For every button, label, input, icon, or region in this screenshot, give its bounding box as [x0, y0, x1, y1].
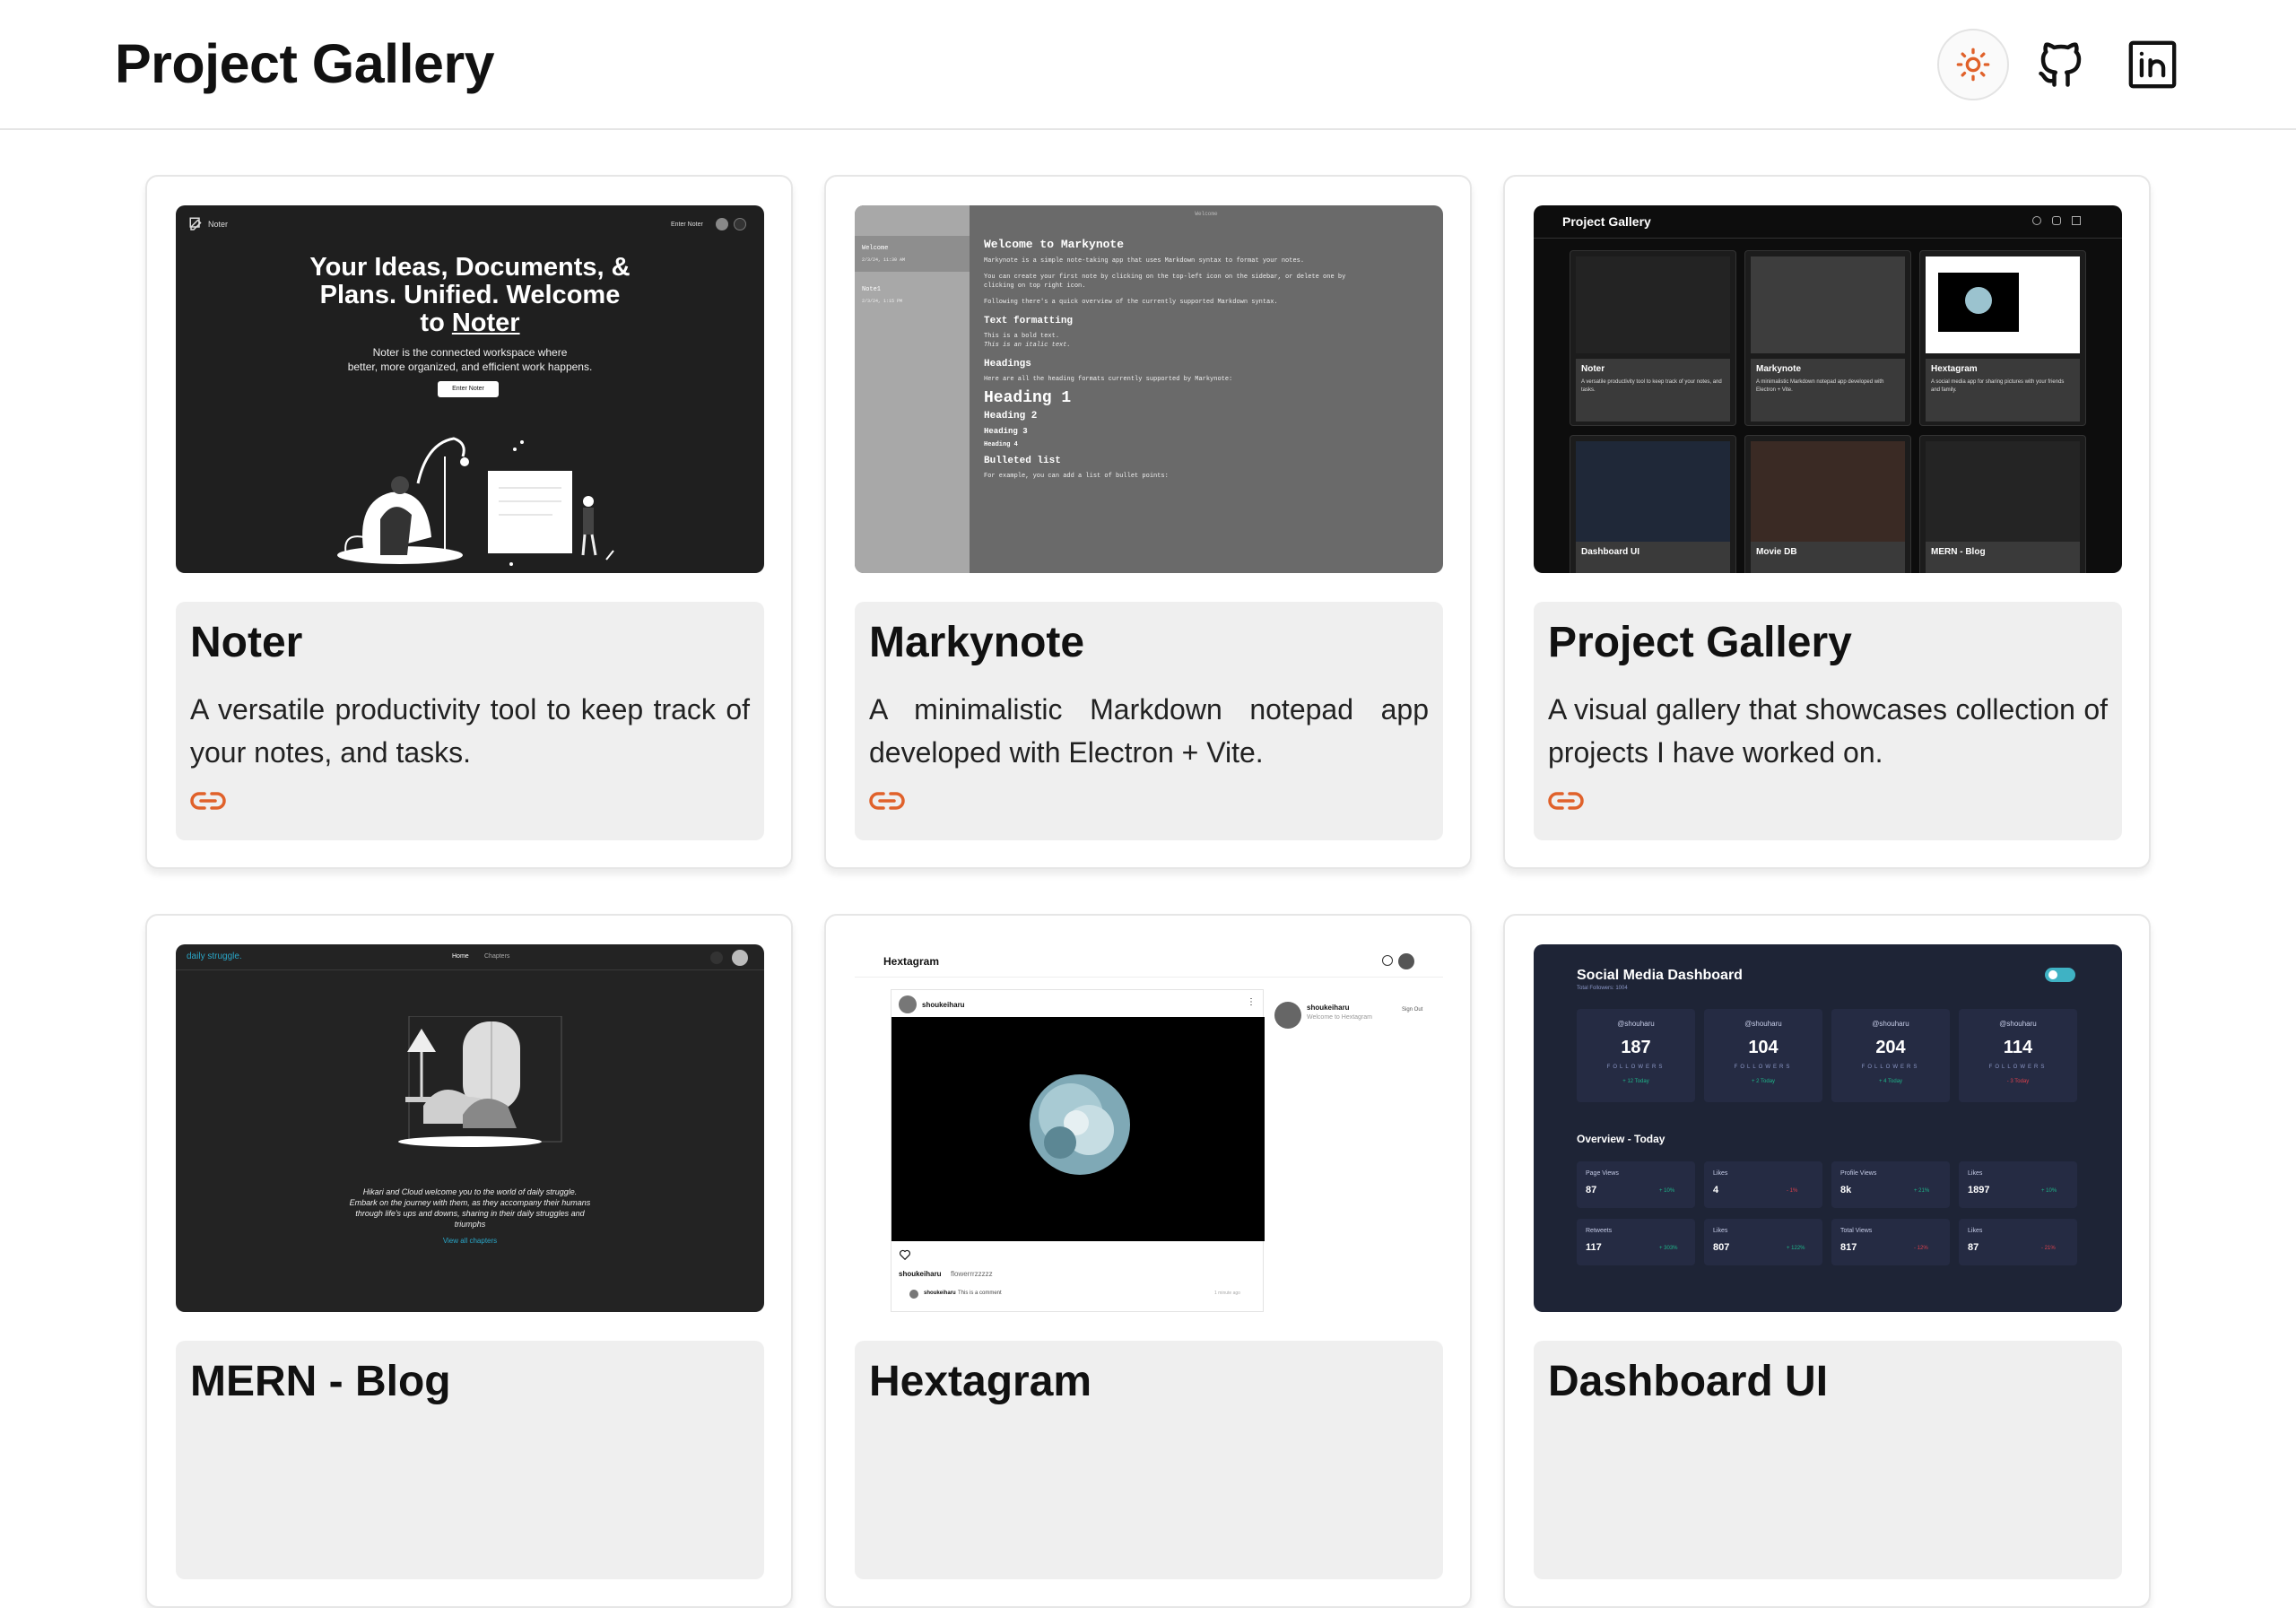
overview-card: Profile Views 8k + 21% [1831, 1161, 1950, 1208]
project-thumbnail[interactable]: Welcome 2/3/24, 11:30 AM Note1 2/3/24, 1… [855, 205, 1443, 573]
overview-card: Total Views 817- 12% [1831, 1219, 1950, 1265]
project-info: Hextagram [855, 1341, 1443, 1579]
thumb-cta-button: Enter Noter [438, 381, 499, 397]
reading-illustration [337, 437, 614, 566]
project-card-mern-blog[interactable]: daily struggle. Home Chapters Hikari and… [145, 914, 793, 1608]
thumb-brand: Noter [208, 220, 229, 229]
overview-card: Likes 87- 21% [1959, 1219, 2077, 1265]
follower-card: @shouharu 187 FOLLOWERS + 12 Today [1577, 1009, 1695, 1102]
project-description: A versatile productivity tool to keep tr… [190, 693, 750, 769]
project-card-dashboard-ui[interactable]: Social Media Dashboard Total Followers: … [1503, 914, 2151, 1608]
github-icon [2039, 42, 2082, 87]
project-card-markynote[interactable]: Welcome 2/3/24, 11:30 AM Note1 2/3/24, 1… [824, 175, 1472, 869]
thumb-subtitle: Noter is the connected workspace where b… [347, 346, 593, 373]
link-icon[interactable] [1548, 788, 1584, 813]
cats-illustration [398, 1016, 562, 1147]
follower-card: @shouharu 204 FOLLOWERS + 4 Today [1831, 1009, 1950, 1102]
project-title: Hextagram [869, 1358, 1092, 1405]
project-info: Dashboard UI [1534, 1341, 2122, 1579]
github-link[interactable] [2031, 34, 2092, 95]
project-card-hextagram[interactable]: Hextagram shoukeiharu ⋮ shoukeiharu flow… [824, 914, 1472, 1608]
project-title: Markynote [869, 619, 1085, 666]
linkedin-link[interactable] [2124, 36, 2181, 93]
site-header: Project Gallery [0, 0, 2296, 130]
overview-card: Likes 1897 + 10% [1959, 1161, 2077, 1208]
edit-icon [189, 217, 202, 230]
link-icon[interactable] [869, 788, 905, 813]
project-thumbnail[interactable]: Noter Enter Noter Your Ideas, Documents,… [176, 205, 764, 573]
project-info: Markynote A minimalistic Markdown notepa… [855, 602, 1443, 840]
link-icon[interactable] [190, 788, 226, 813]
overview-card: Retweets 117 + 303% [1577, 1219, 1695, 1265]
project-card-project-gallery[interactable]: Project Gallery Noter A versatile produc… [1503, 175, 2151, 869]
overview-card: Page Views 87 + 10% [1577, 1161, 1695, 1208]
project-thumbnail[interactable]: Social Media Dashboard Total Followers: … [1534, 944, 2122, 1312]
avatar [1274, 1002, 1301, 1029]
thumb-sidebar: Welcome 2/3/24, 11:30 AM Note1 2/3/24, 1… [855, 205, 970, 573]
heart-icon[interactable] [899, 1248, 911, 1261]
flower-image [1030, 1074, 1130, 1175]
overview-card: Likes 4- 1% [1704, 1161, 1822, 1208]
project-title: Noter [190, 619, 303, 666]
project-card-noter[interactable]: Noter Enter Noter Your Ideas, Documents,… [145, 175, 793, 869]
sun-icon [1956, 48, 1990, 82]
project-title: MERN - Blog [190, 1358, 451, 1405]
page-title: Project Gallery [115, 33, 495, 94]
project-thumbnail[interactable]: daily struggle. Home Chapters Hikari and… [176, 944, 764, 1312]
project-description: A minimalistic Markdown notepad app deve… [869, 693, 1429, 769]
project-info: MERN - Blog [176, 1341, 764, 1579]
thumb-markdown-content: Welcome to Markynote Markynote is a simp… [984, 238, 1346, 480]
project-thumbnail[interactable]: Hextagram shoukeiharu ⋮ shoukeiharu flow… [855, 944, 1443, 1312]
project-info: Project Gallery A visual gallery that sh… [1534, 602, 2122, 840]
thumb-enter-link: Enter Noter [671, 222, 703, 228]
overview-card: Likes 807 + 122% [1704, 1219, 1822, 1265]
project-title: Dashboard UI [1548, 1358, 1829, 1405]
theme-toggle-button[interactable] [1937, 29, 2009, 100]
follower-card: @shouharu 104 FOLLOWERS + 2 Today [1704, 1009, 1822, 1102]
project-title: Project Gallery [1548, 619, 1852, 666]
project-thumbnail[interactable]: Project Gallery Noter A versatile produc… [1534, 205, 2122, 573]
project-description: A visual gallery that showcases collecti… [1548, 693, 2108, 769]
thumb-intro: Hikari and Cloud welcome you to the worl… [349, 1187, 591, 1229]
follower-card: @shouharu 114 FOLLOWERS - 3 Today [1959, 1009, 2077, 1102]
thumb-post: shoukeiharu ⋮ shoukeiharu flowerrrzzzzz … [891, 989, 1265, 1312]
moon-icon [734, 218, 746, 230]
project-info: Noter A versatile productivity tool to k… [176, 602, 764, 840]
linkedin-icon [2128, 40, 2177, 89]
thumb-headline: Your Ideas, Documents, & Plans. Unified.… [309, 253, 631, 337]
avatar [716, 218, 728, 230]
